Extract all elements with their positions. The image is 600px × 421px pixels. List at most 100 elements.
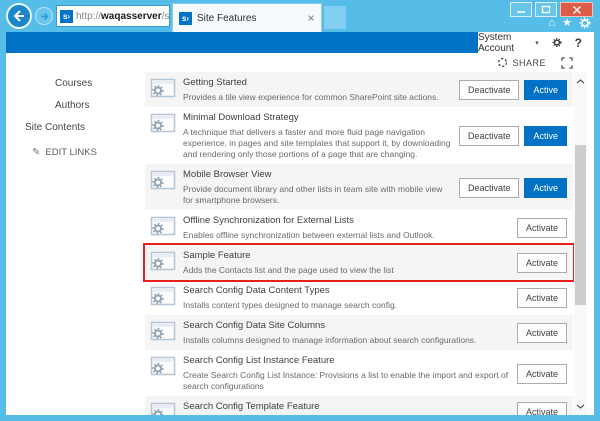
account-caret-icon: ▾ <box>535 39 539 47</box>
activate-button[interactable]: Activate <box>517 402 567 416</box>
feature-row: Search Config Data Site Columns Installs… <box>145 315 573 350</box>
sidebar-item-courses[interactable]: Courses <box>6 72 145 94</box>
sidebar-item-label: Authors <box>55 100 89 111</box>
home-icon[interactable]: ⌂ <box>548 18 555 29</box>
feature-text: Getting Started Provides a tile view exp… <box>183 77 451 103</box>
account-label: System Account <box>478 32 531 54</box>
activate-button[interactable]: Activate <box>517 364 567 384</box>
feature-title: Getting Started <box>183 77 451 89</box>
sidebar-item-authors[interactable]: Authors <box>6 94 145 116</box>
sidebar-item-label: Site Contents <box>25 122 85 133</box>
feature-description: Create Search Config List Instance: Prov… <box>183 370 509 392</box>
feature-buttons: DeactivateActive <box>459 126 567 146</box>
address-bar[interactable]: s› http://waqasserver/sites/dem ▾ ↻ <box>56 5 170 27</box>
feature-description: Provides a tile view experience for comm… <box>183 92 451 103</box>
minimize-icon <box>516 5 526 14</box>
activate-button[interactable]: Activate <box>517 288 567 308</box>
feature-buttons: Activate <box>517 402 567 416</box>
feature-description: Provide document library and other lists… <box>183 184 451 206</box>
feature-buttons: DeactivateActive <box>459 80 567 100</box>
feature-text: Offline Synchronization for External Lis… <box>183 215 509 241</box>
favorites-star-icon[interactable]: ★ <box>562 18 572 29</box>
scroll-up-button[interactable] <box>574 74 587 88</box>
forward-button[interactable] <box>35 7 53 25</box>
feature-row: Search Config Data Content Types Install… <box>145 280 573 315</box>
sidebar-item-site-contents[interactable]: Site Contents <box>6 116 145 138</box>
scroll-down-button[interactable] <box>574 399 587 413</box>
feature-icon <box>150 286 176 306</box>
feature-buttons: Activate <box>517 364 567 384</box>
feature-text: Minimal Download Strategy A technique th… <box>183 112 451 160</box>
scrollbar-thumb[interactable] <box>575 145 586 305</box>
back-button[interactable] <box>6 3 32 29</box>
feature-row: Getting Started Provides a tile view exp… <box>145 72 573 107</box>
feature-list: Getting Started Provides a tile view exp… <box>145 72 573 415</box>
focus-mode-icon[interactable] <box>561 57 573 69</box>
page-content: SHARE Courses Authors Site Contents ✎ ED… <box>6 53 594 415</box>
ribbon-row: SHARE <box>6 53 594 72</box>
sharepoint-logo-icon: s› <box>60 10 73 23</box>
share-label: SHARE <box>512 58 546 68</box>
feature-text: Search Config Template Feature <box>183 401 509 415</box>
close-icon <box>572 5 582 15</box>
tab-close-icon[interactable] <box>307 14 315 22</box>
feature-title: Sample Feature <box>183 250 509 262</box>
deactivate-button[interactable]: Deactivate <box>459 126 520 146</box>
tab-title: Site Features <box>197 13 302 24</box>
feature-icon <box>150 78 176 98</box>
feature-row: Search Config Template Feature Activate <box>145 396 573 415</box>
browser-window: s› http://waqasserver/sites/dem ▾ ↻ s› S… <box>0 0 600 421</box>
feature-buttons: DeactivateActive <box>459 178 567 198</box>
url-text: http://waqasserver/sites/dem <box>76 11 170 22</box>
pencil-icon: ✎ <box>32 147 40 158</box>
browser-tab[interactable]: s› Site Features <box>172 3 322 32</box>
active-button[interactable]: Active <box>524 178 567 198</box>
edit-links-button[interactable]: ✎ EDIT LINKS <box>6 147 145 158</box>
feature-description: Enables offline synchronization between … <box>183 230 509 241</box>
feature-row: Search Config List Instance Feature Crea… <box>145 350 573 396</box>
tab-favicon-sharepoint-icon: s› <box>179 12 192 25</box>
deactivate-button[interactable]: Deactivate <box>459 80 520 100</box>
share-button[interactable]: SHARE <box>497 57 546 68</box>
feature-icon <box>150 170 176 190</box>
sidebar-item-label: Courses <box>55 78 92 89</box>
browser-settings-gear-icon[interactable] <box>579 17 591 29</box>
account-menu[interactable]: System Account ▾ <box>478 32 539 54</box>
active-button[interactable]: Active <box>524 80 567 100</box>
back-arrow-icon <box>11 8 27 24</box>
feature-row: Offline Synchronization for External Lis… <box>145 210 573 245</box>
activate-button[interactable]: Activate <box>517 218 567 238</box>
feature-text: Search Config List Instance Feature Crea… <box>183 355 509 392</box>
feature-text: Mobile Browser View Provide document lib… <box>183 169 451 206</box>
suite-bar-right: System Account ▾ ? <box>478 32 594 53</box>
feature-title: Minimal Download Strategy <box>183 112 451 124</box>
deactivate-button[interactable]: Deactivate <box>459 178 520 198</box>
help-button[interactable]: ? <box>575 36 582 50</box>
active-button[interactable]: Active <box>524 126 567 146</box>
feature-buttons: Activate <box>517 323 567 343</box>
activate-button[interactable]: Activate <box>517 253 567 273</box>
feature-icon <box>150 356 176 376</box>
suite-bar-blue-band <box>6 32 478 53</box>
new-tab-button[interactable] <box>324 6 346 29</box>
edit-links-label: EDIT LINKS <box>45 147 97 158</box>
feature-title: Search Config Template Feature <box>183 401 509 413</box>
feature-title: Search Config Data Site Columns <box>183 320 509 332</box>
vertical-scrollbar[interactable] <box>574 72 587 415</box>
feature-description: A technique that delivers a faster and m… <box>183 127 451 160</box>
feature-title: Offline Synchronization for External Lis… <box>183 215 509 227</box>
feature-text: Search Config Data Site Columns Installs… <box>183 320 509 346</box>
feature-buttons: Activate <box>517 218 567 238</box>
feature-row: Minimal Download Strategy A technique th… <box>145 107 573 164</box>
close-button[interactable] <box>560 2 593 17</box>
feature-icon <box>150 321 176 341</box>
site-settings-gear-icon[interactable] <box>552 36 562 49</box>
minimize-button[interactable] <box>510 2 532 17</box>
feature-icon <box>150 216 176 236</box>
activate-button[interactable]: Activate <box>517 323 567 343</box>
suite-bar: System Account ▾ ? <box>6 32 594 53</box>
feature-title: Search Config Data Content Types <box>183 285 509 297</box>
feature-title: Search Config List Instance Feature <box>183 355 509 367</box>
feature-description: Installs columns designed to manage info… <box>183 335 509 346</box>
maximize-button[interactable] <box>535 2 557 17</box>
